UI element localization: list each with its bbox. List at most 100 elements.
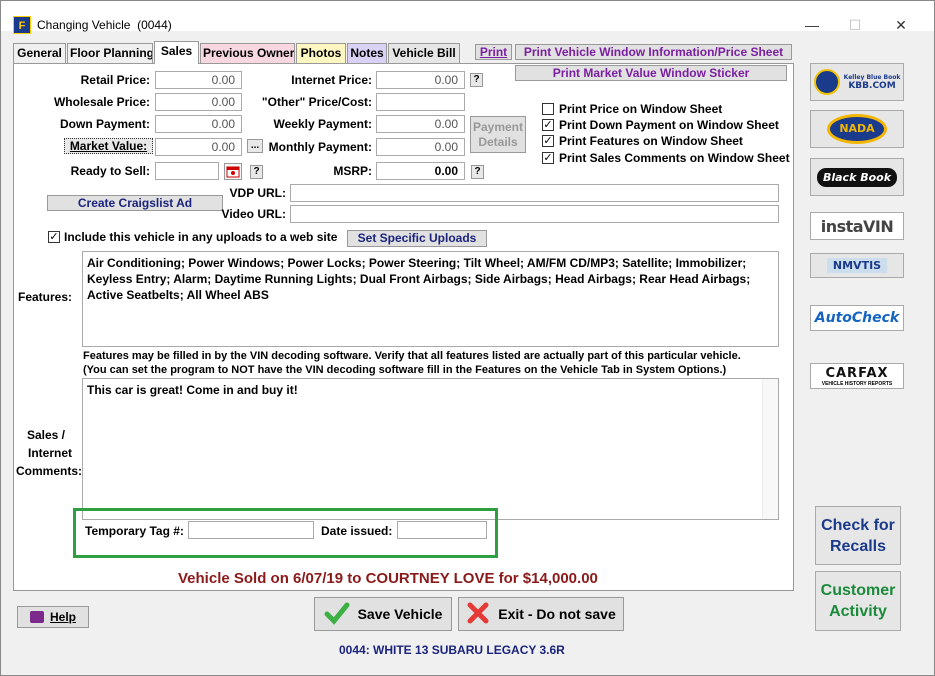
features-on-sheet-label: Print Features on Window Sheet xyxy=(559,134,743,148)
wholesale-price-label: Wholesale Price: xyxy=(53,95,150,109)
black-book-button[interactable]: Black Book xyxy=(810,158,904,196)
video-url-field[interactable] xyxy=(290,205,779,223)
maximize-button[interactable]: ☐ xyxy=(843,13,867,37)
set-specific-uploads-button[interactable]: Set Specific Uploads xyxy=(347,230,487,247)
features-note-1: Features may be filled in by the VIN dec… xyxy=(83,350,741,362)
tab-general[interactable]: General xyxy=(13,43,66,63)
date-issued-label: Date issued: xyxy=(321,524,393,538)
help-button[interactable]: Help xyxy=(17,606,89,628)
comments-textarea[interactable]: This car is great! Come in and buy it! xyxy=(82,378,779,520)
price-on-sheet-checkbox[interactable] xyxy=(542,103,554,115)
check-recalls-button[interactable]: Check for Recalls xyxy=(815,506,901,565)
tab-vehicle-bill[interactable]: Vehicle Bill xyxy=(388,43,460,63)
tab-notes[interactable]: Notes xyxy=(347,43,387,63)
tab-sales[interactable]: Sales xyxy=(154,41,199,64)
down-payment-field[interactable]: 0.00 xyxy=(155,115,242,133)
sales-panel: Print Market Value Window Sticker Retail… xyxy=(13,63,794,591)
exit-label: Exit - Do not save xyxy=(498,606,616,622)
features-on-sheet-checkbox[interactable]: ✓ xyxy=(542,135,554,147)
down-on-sheet-label: Print Down Payment on Window Sheet xyxy=(559,118,779,132)
carfax-button[interactable]: CARFAX VEHICLE HISTORY REPORTS xyxy=(810,363,904,389)
changing-vehicle-window: F Changing Vehicle (0044) — ☐ ✕ General … xyxy=(0,0,935,676)
close-button[interactable]: ✕ xyxy=(889,13,913,37)
msrp-help-icon[interactable]: ? xyxy=(471,165,484,179)
exit-button[interactable]: Exit - Do not save xyxy=(458,597,624,631)
autocheck-button[interactable]: AutoCheck xyxy=(810,305,904,331)
app-icon: F xyxy=(13,16,31,34)
calendar-icon[interactable] xyxy=(224,163,242,180)
weekly-payment-label: Weekly Payment: xyxy=(273,117,373,131)
book-icon xyxy=(29,611,44,623)
nada-logo: NADA xyxy=(827,114,887,144)
internet-price-help-icon[interactable]: ? xyxy=(470,73,483,87)
features-text: Air Conditioning; Power Windows; Power L… xyxy=(87,256,751,302)
tab-previous-owner[interactable]: Previous Owner xyxy=(200,43,295,63)
vdp-url-label: VDP URL: xyxy=(229,186,286,200)
ready-to-sell-field[interactable] xyxy=(155,162,219,180)
black-book-logo: Black Book xyxy=(816,167,898,187)
print-window-info-button[interactable]: Print Vehicle Window Information/Price S… xyxy=(515,44,792,60)
msrp-label: MSRP: xyxy=(333,164,372,178)
carfax-subtitle: VEHICLE HISTORY REPORTS xyxy=(821,380,893,387)
comments-label-1: Sales / xyxy=(26,428,66,442)
ready-to-sell-help-icon[interactable]: ? xyxy=(250,165,263,179)
tab-floor-planning[interactable]: Floor Planning xyxy=(67,43,153,63)
internet-price-label: Internet Price: xyxy=(291,73,372,87)
temporary-tag-field[interactable] xyxy=(188,521,314,539)
msrp-field[interactable]: 0.00 xyxy=(376,162,465,180)
comments-label-3: Comments: xyxy=(16,464,83,478)
internet-price-field[interactable]: 0.00 xyxy=(376,71,465,89)
sales-comments-label: Print Sales Comments on Window Sheet xyxy=(559,151,790,165)
down-payment-label: Down Payment: xyxy=(59,117,150,131)
nada-button[interactable]: NADA xyxy=(810,110,904,148)
monthly-payment-label: Monthly Payment: xyxy=(268,140,372,154)
save-vehicle-label: Save Vehicle xyxy=(357,606,443,622)
sales-comments-checkbox[interactable]: ✓ xyxy=(542,152,554,164)
x-icon xyxy=(466,601,490,628)
window-title: Changing Vehicle (0044) xyxy=(37,18,172,32)
market-value-field[interactable]: 0.00 xyxy=(155,138,242,156)
title-bar: F Changing Vehicle (0044) — ☐ ✕ xyxy=(1,1,934,34)
other-price-label: "Other" Price/Cost: xyxy=(261,95,372,109)
price-on-sheet-label: Print Price on Window Sheet xyxy=(559,102,723,116)
minimize-button[interactable]: — xyxy=(800,13,824,37)
craigslist-button[interactable]: Create Craigslist Ad xyxy=(47,195,223,211)
video-url-label: Video URL: xyxy=(221,207,286,221)
comments-text: This car is great! Come in and buy it! xyxy=(87,383,298,397)
features-note-2: (You can set the program to NOT have the… xyxy=(83,364,727,376)
features-textarea[interactable]: Air Conditioning; Power Windows; Power L… xyxy=(82,251,779,347)
kbb-logo-icon xyxy=(813,69,840,95)
include-uploads-label: Include this vehicle in any uploads to a… xyxy=(64,230,338,244)
comments-scrollbar[interactable] xyxy=(762,379,778,519)
autocheck-logo: AutoCheck xyxy=(814,310,900,326)
save-vehicle-button[interactable]: Save Vehicle xyxy=(314,597,452,631)
instavin-logo: instaVIN xyxy=(820,216,894,236)
carfax-logo: CARFAX xyxy=(825,365,889,381)
other-price-field[interactable] xyxy=(376,93,465,111)
nmvtis-logo: NMVTIS xyxy=(826,258,888,273)
print-button[interactable]: Print xyxy=(475,44,512,60)
monthly-payment-field[interactable]: 0.00 xyxy=(376,138,465,156)
vdp-url-field[interactable] xyxy=(290,184,779,202)
footer-vehicle-info: 0044: WHITE 13 SUBARU LEGACY 3.6R xyxy=(339,643,565,657)
vehicle-sold-status: Vehicle Sold on 6/07/19 to COURTNEY LOVE… xyxy=(178,570,598,587)
market-value-button[interactable]: Market Value: xyxy=(64,138,153,154)
tab-photos[interactable]: Photos xyxy=(296,43,346,63)
nmvtis-button[interactable]: NMVTIS xyxy=(810,253,904,278)
weekly-payment-field[interactable]: 0.00 xyxy=(376,115,465,133)
help-label: Help xyxy=(49,610,76,624)
down-on-sheet-checkbox[interactable]: ✓ xyxy=(542,119,554,131)
instavin-button[interactable]: instaVIN xyxy=(810,212,904,240)
kbb-label: KBB.COM xyxy=(848,81,896,91)
retail-price-field[interactable]: 0.00 xyxy=(155,71,242,89)
include-uploads-checkbox[interactable]: ✓ xyxy=(48,231,60,243)
payment-details-button[interactable]: Payment Details xyxy=(470,116,526,153)
wholesale-price-field[interactable]: 0.00 xyxy=(155,93,242,111)
print-market-value-button[interactable]: Print Market Value Window Sticker xyxy=(515,65,787,81)
comments-label-2: Internet xyxy=(27,446,72,460)
date-issued-field[interactable] xyxy=(397,521,487,539)
retail-price-label: Retail Price: xyxy=(80,73,150,87)
customer-activity-button[interactable]: Customer Activity xyxy=(815,571,901,631)
features-label: Features: xyxy=(18,290,73,304)
kbb-button[interactable]: Kelley Blue Book KBB.COM xyxy=(810,63,904,101)
